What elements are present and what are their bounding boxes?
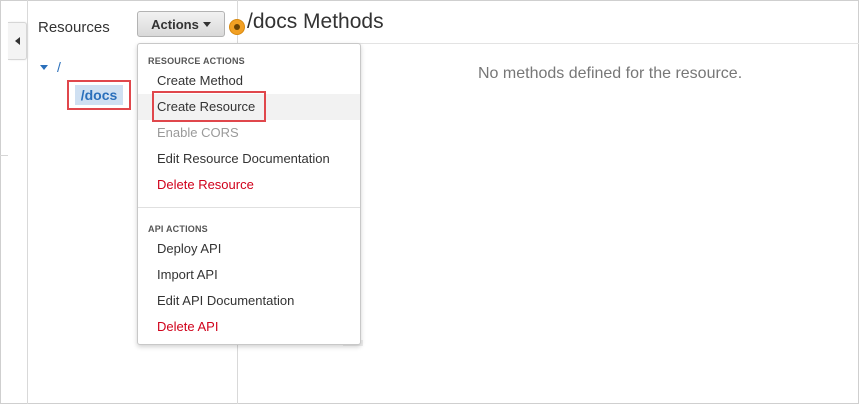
resources-title: Resources — [38, 19, 110, 36]
tree-item-docs[interactable]: /docs — [67, 80, 131, 110]
menu-item-import-api[interactable]: Import API — [138, 262, 360, 288]
menu-section-header-api: API ACTIONS — [148, 224, 208, 234]
menu-item-deploy-api[interactable]: Deploy API — [138, 236, 360, 262]
menu-item-enable-cors: Enable CORS — [157, 125, 239, 140]
tree-root-label: / — [57, 59, 61, 75]
caret-down-icon[interactable] — [40, 64, 48, 70]
divider — [0, 155, 8, 156]
status-dot-icon — [230, 20, 244, 34]
caret-down-icon — [202, 21, 211, 27]
tree-root-item[interactable]: / — [40, 59, 61, 75]
divider — [27, 0, 28, 404]
menu-item-delete-api[interactable]: Delete API — [138, 314, 360, 340]
empty-methods-message: No methods defined for the resource. — [478, 65, 743, 82]
page-title: /docs Methods — [247, 10, 384, 33]
actions-dropdown-menu: RESOURCE ACTIONS Create Method Create Re… — [137, 43, 361, 345]
menu-item-delete-resource[interactable]: Delete Resource — [138, 172, 360, 198]
actions-button-label: Actions — [151, 16, 199, 32]
menu-item-create-resource[interactable]: Create Resource — [138, 94, 360, 120]
menu-item-edit-api-documentation[interactable]: Edit API Documentation — [138, 288, 360, 314]
menu-divider — [138, 207, 360, 208]
sidebar-collapse-toggle[interactable] — [8, 22, 27, 60]
actions-button[interactable]: Actions — [137, 11, 225, 37]
tree-item-docs-label: /docs — [74, 85, 124, 105]
menu-section-header-resource: RESOURCE ACTIONS — [148, 56, 245, 66]
app-frame — [0, 0, 859, 404]
menu-item-create-method[interactable]: Create Method — [138, 68, 360, 94]
chevron-left-icon — [14, 37, 20, 45]
menu-item-edit-resource-documentation[interactable]: Edit Resource Documentation — [138, 146, 360, 172]
